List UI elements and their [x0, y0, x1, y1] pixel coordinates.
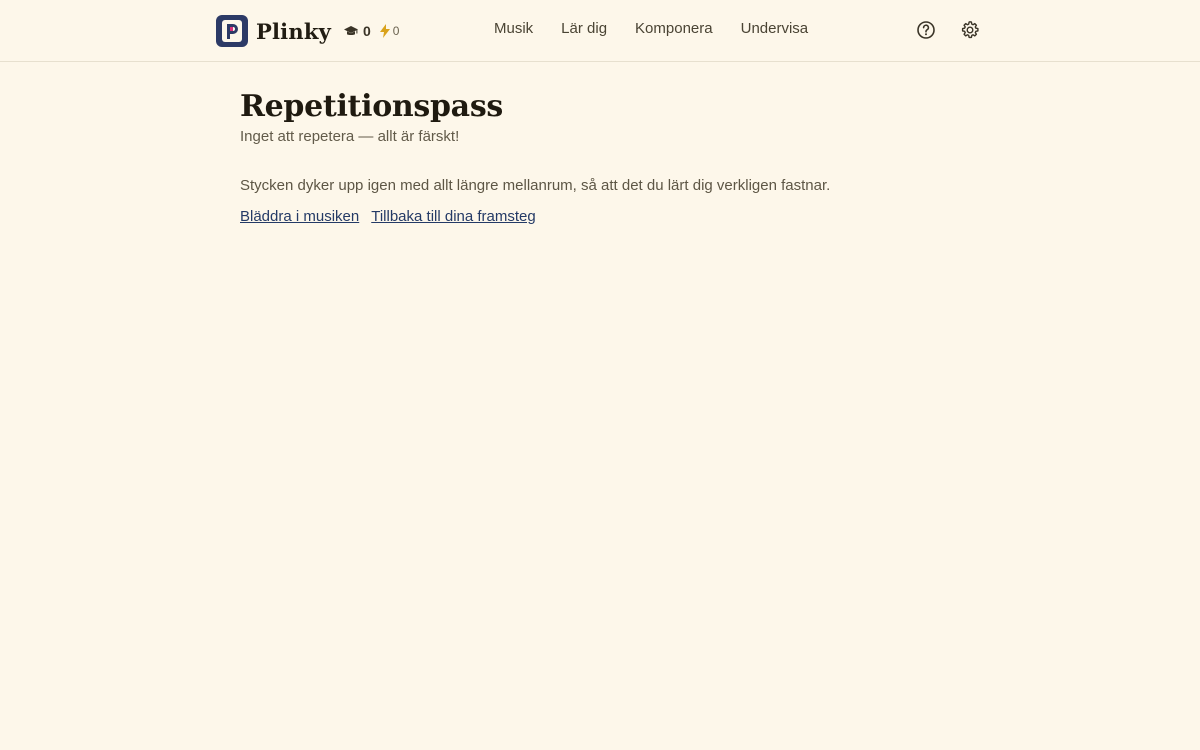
score-value: 0 [362, 23, 371, 39]
action-links: Bläddra i musiken Tillbaka till dina fra… [240, 208, 960, 225]
main-nav: Musik Lär dig Komponera Undervisa [494, 20, 808, 37]
page-subtitle: Inget att repetera — allt är färskt! [240, 128, 460, 145]
lightning-icon [379, 24, 390, 38]
nav-item-undervisa[interactable]: Undervisa [741, 20, 809, 37]
brand-name: Plinky [256, 18, 331, 44]
brand[interactable]: Plinky 0 0 [216, 15, 399, 47]
score-stat: 0 [343, 23, 371, 39]
header-tools [916, 20, 980, 40]
browse-music-link[interactable]: Bläddra i musiken [240, 208, 359, 225]
streak-stat: 0 [379, 24, 400, 38]
user-stats: 0 0 [343, 23, 399, 39]
nav-item-lar-dig[interactable]: Lär dig [561, 20, 607, 37]
review-session-content: Repetitionspass Inget att repetera — all… [240, 88, 960, 225]
back-to-progress-link[interactable]: Tillbaka till dina framsteg [371, 208, 536, 225]
top-bar: Plinky 0 0 Musik Lär dig Komponera Under… [0, 0, 1200, 62]
plinky-logo [216, 15, 248, 47]
gear-icon[interactable] [960, 20, 980, 40]
streak-value: 0 [392, 24, 400, 38]
help-circle-icon[interactable] [916, 20, 936, 40]
graduation-cap-icon [343, 26, 358, 36]
nav-item-komponera[interactable]: Komponera [635, 20, 713, 37]
nav-item-musik[interactable]: Musik [494, 20, 533, 37]
page-title: Repetitionspass [240, 89, 503, 124]
page-description: Stycken dyker upp igen med allt längre m… [240, 177, 831, 194]
